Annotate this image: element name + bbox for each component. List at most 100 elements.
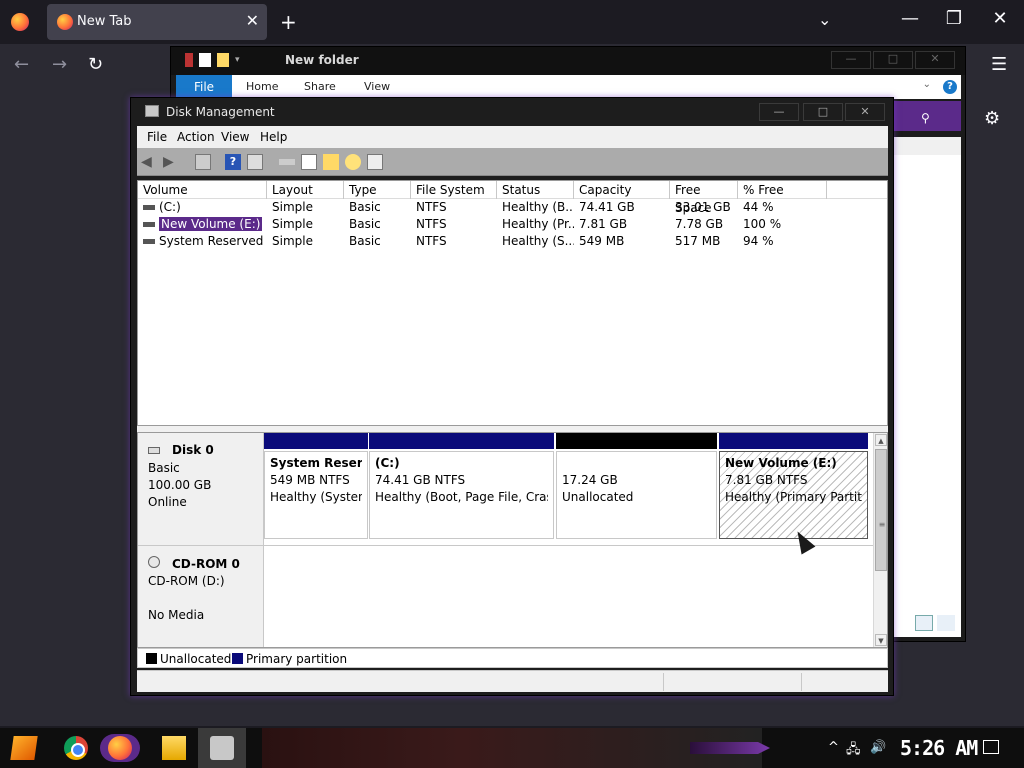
partition-size: 7.81 GB NTFS xyxy=(725,473,808,487)
scrollbar-thumb[interactable]: ≡ xyxy=(875,449,887,571)
column-layout[interactable]: Layout xyxy=(267,181,344,199)
disk-management-titlebar[interactable]: Disk Management — □ ✕ xyxy=(131,98,893,126)
partition-c[interactable]: (C:) 74.41 GB NTFS Healthy (Boot, Page F… xyxy=(369,433,554,543)
ribbon-tab-file[interactable]: File xyxy=(176,75,232,99)
explorer-minimize-button[interactable]: — xyxy=(831,51,871,69)
disk-0-label[interactable]: Disk 0 Basic 100.00 GB Online xyxy=(138,433,264,545)
column-capacity[interactable]: Capacity xyxy=(574,181,670,199)
browser-close-button[interactable]: ✕ xyxy=(980,8,1020,29)
column-type[interactable]: Type xyxy=(344,181,411,199)
ribbon-tab-share[interactable]: Share xyxy=(304,75,336,99)
ribbon-tab-view[interactable]: View xyxy=(364,75,390,99)
explorer-title: New folder xyxy=(285,53,359,67)
scroll-up-icon[interactable]: ▲ xyxy=(875,434,887,446)
table-row[interactable]: (C:) Simple Basic NTFS Healthy (B... 74.… xyxy=(138,199,887,216)
explorer-close-button[interactable]: ✕ xyxy=(915,51,955,69)
minimize-button[interactable]: — xyxy=(759,103,799,121)
disk-icon[interactable] xyxy=(279,159,295,165)
menu-action[interactable]: Action xyxy=(177,130,215,144)
checkmark-icon[interactable] xyxy=(199,53,211,67)
partition-new-volume-e[interactable]: New Volume (E:) 7.81 GB NTFS Healthy (Pr… xyxy=(719,433,868,543)
legend-label-unallocated: Unallocated xyxy=(160,652,232,666)
show-hide-console-tree-icon[interactable] xyxy=(195,154,211,170)
menu-file[interactable]: File xyxy=(147,130,167,144)
disk-management-window[interactable]: Disk Management — □ ✕ File Action View H… xyxy=(130,97,894,696)
taskbar-decoration xyxy=(262,728,762,768)
check-icon[interactable] xyxy=(301,154,317,170)
settings-gear-icon[interactable]: ⚙ xyxy=(984,108,1000,129)
reload-icon[interactable]: ↻ xyxy=(88,54,103,75)
firefox-icon[interactable] xyxy=(108,736,132,760)
cdrom-0-label[interactable]: CD-ROM 0 CD-ROM (D:) No Media xyxy=(138,545,264,647)
search-icon[interactable]: ⚲ xyxy=(921,111,930,125)
close-button[interactable]: ✕ xyxy=(845,103,885,121)
chrome-icon[interactable] xyxy=(64,736,88,760)
browser-restore-button[interactable]: ❐ xyxy=(934,8,974,29)
cdrom-media-area[interactable] xyxy=(264,545,873,647)
partition-system-reserved[interactable]: System Reserv 549 MB NTFS Healthy (Syste… xyxy=(264,433,368,543)
clock[interactable]: 5:26 AM xyxy=(900,736,978,760)
column-volume[interactable]: Volume xyxy=(138,181,267,199)
percent-free-cell: 94 % xyxy=(743,234,774,248)
disk-management-icon[interactable] xyxy=(210,736,234,760)
explorer-maximize-button[interactable]: □ xyxy=(873,51,913,69)
column-file-system[interactable]: File System xyxy=(411,181,497,199)
help-icon[interactable]: ? xyxy=(225,154,241,170)
volume-list[interactable]: Volume Layout Type File System Status Ca… xyxy=(137,180,888,426)
vertical-scrollbar[interactable]: ▲ ≡ ▼ xyxy=(873,433,887,647)
forward-icon[interactable]: → xyxy=(52,54,67,75)
tab-close-icon[interactable]: ✕ xyxy=(246,11,259,30)
browser-minimize-button[interactable]: — xyxy=(890,8,930,29)
explorer-titlebar[interactable]: ▾ New folder — □ ✕ xyxy=(171,47,965,75)
new-tab-button[interactable]: + xyxy=(280,10,297,34)
firefox-tab-icon xyxy=(57,14,73,30)
maximize-button[interactable]: □ xyxy=(803,103,843,121)
column-free-space[interactable]: Free Space xyxy=(670,181,738,215)
window-title: Disk Management xyxy=(166,105,275,119)
file-explorer-icon[interactable] xyxy=(162,736,186,760)
scroll-down-icon[interactable]: ▼ xyxy=(875,634,887,646)
tab-list-chevron-icon[interactable]: ⌄ xyxy=(818,10,831,29)
dropdown-icon[interactable]: ▾ xyxy=(235,55,240,65)
firefox-icon[interactable] xyxy=(11,13,29,31)
partition-size: 74.41 GB NTFS xyxy=(375,473,466,487)
filesystem-cell: NTFS xyxy=(416,200,447,214)
table-row[interactable]: New Volume (E:) Simple Basic NTFS Health… xyxy=(138,216,887,233)
status-bar xyxy=(137,670,888,692)
tray-chevron-icon[interactable]: ^ xyxy=(828,740,839,755)
start-button[interactable] xyxy=(10,736,38,760)
up-folder-icon[interactable] xyxy=(323,154,339,170)
ribbon-tab-home[interactable]: Home xyxy=(246,75,278,99)
forward-arrow-icon[interactable]: ▶ xyxy=(163,154,179,170)
column-percent-free[interactable]: % Free xyxy=(738,181,827,199)
partition-status: Healthy (Systen xyxy=(270,490,362,504)
details-view-icon[interactable] xyxy=(915,615,933,631)
folder-icon[interactable] xyxy=(217,53,229,67)
properties-icon[interactable] xyxy=(185,53,193,67)
table-row[interactable]: System Reserved Simple Basic NTFS Health… xyxy=(138,233,887,250)
network-icon[interactable]: 🖧 xyxy=(846,740,861,762)
action-pane-icon[interactable] xyxy=(247,154,263,170)
notification-icon[interactable] xyxy=(983,740,999,754)
explorer-file-pane[interactable] xyxy=(891,137,961,637)
ribbon-expand-chevron-icon[interactable]: ⌄ xyxy=(923,79,931,90)
column-status[interactable]: Status xyxy=(497,181,574,199)
partition-status: Healthy (Primary Partiti xyxy=(725,490,862,504)
browser-tab[interactable]: New Tab ✕ xyxy=(47,4,267,40)
properties-icon[interactable] xyxy=(367,154,383,170)
disk-type: Basic xyxy=(148,461,180,475)
help-icon[interactable]: ? xyxy=(943,80,957,94)
search-folder-icon[interactable] xyxy=(345,154,361,170)
partition-bar xyxy=(264,433,368,449)
partition-unallocated[interactable]: 17.24 GB Unallocated xyxy=(556,433,717,543)
disk-graphical-view[interactable]: Disk 0 Basic 100.00 GB Online System Res… xyxy=(137,432,888,648)
volume-icon[interactable]: 🔊 xyxy=(870,740,886,755)
cd-drive-icon xyxy=(148,556,160,568)
large-icons-view-icon[interactable] xyxy=(937,615,955,631)
back-arrow-icon[interactable]: ◀ xyxy=(141,154,157,170)
back-icon[interactable]: ← xyxy=(14,54,29,75)
hamburger-menu-icon[interactable]: ☰ xyxy=(991,54,1007,75)
menu-help[interactable]: Help xyxy=(260,130,287,144)
partition-size: 17.24 GB xyxy=(562,473,618,487)
menu-view[interactable]: View xyxy=(221,130,249,144)
